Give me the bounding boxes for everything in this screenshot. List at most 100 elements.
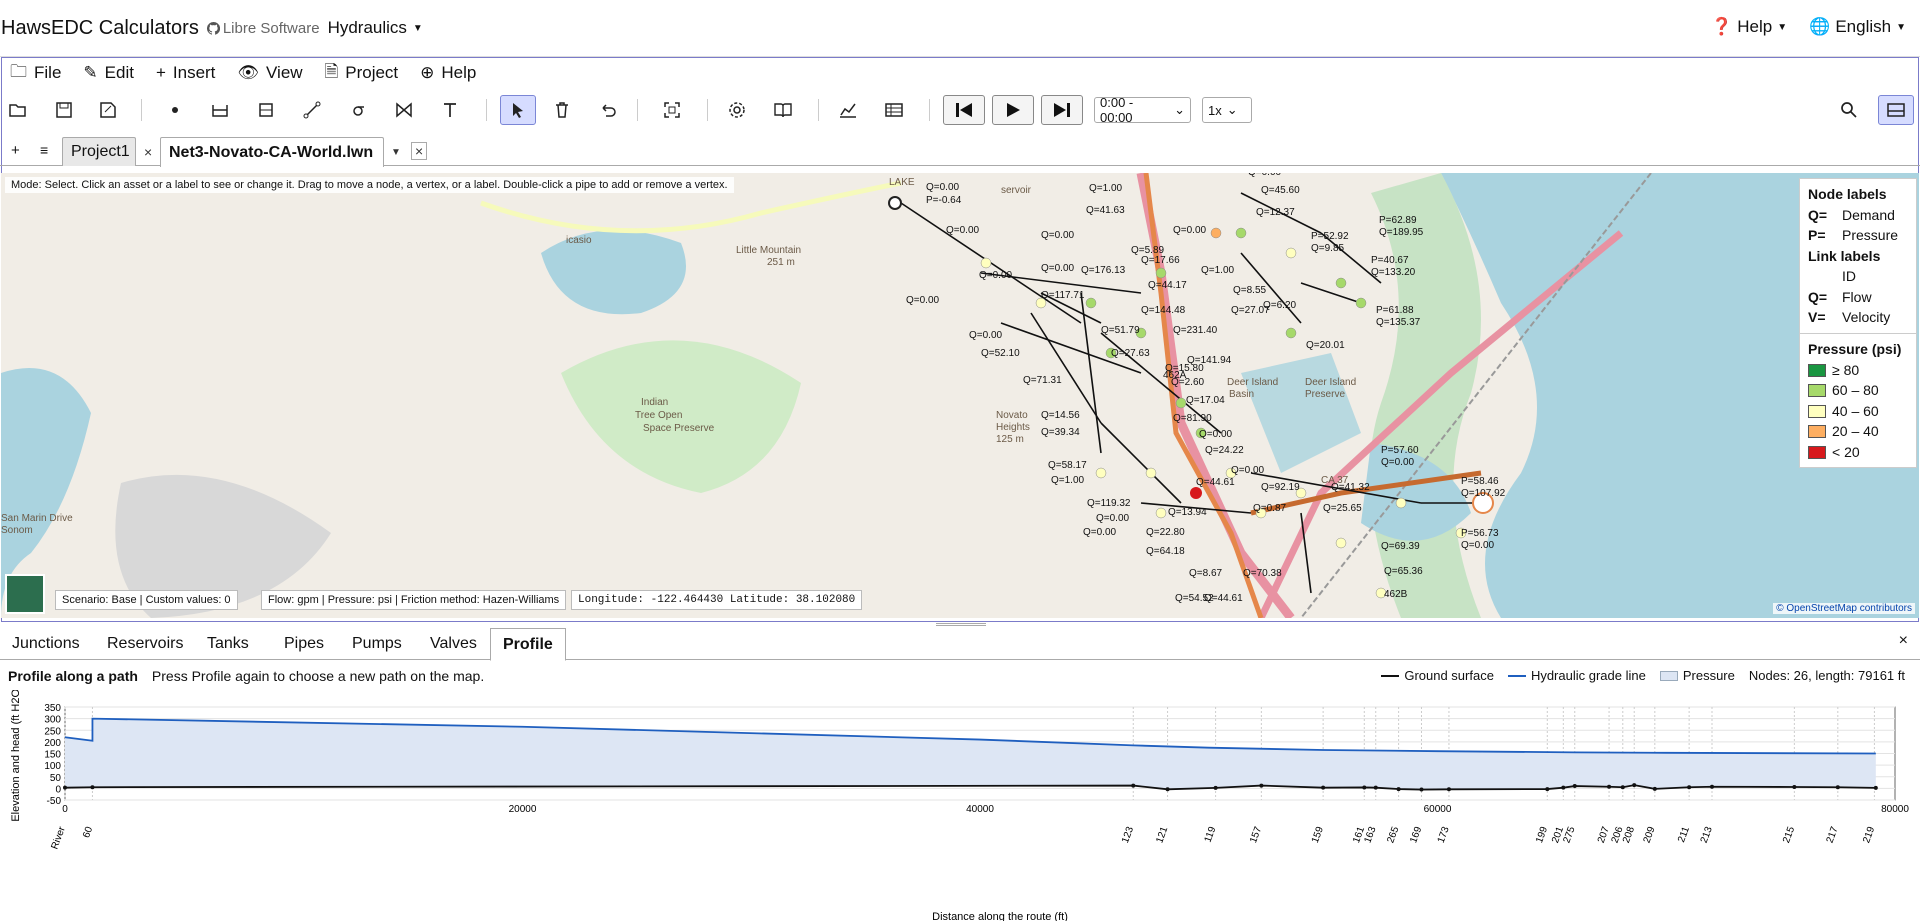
calculator-select[interactable]: Hydraulics ▼ (328, 18, 423, 38)
tab-menu-icon[interactable]: ▼ (391, 147, 401, 158)
add-tank-button[interactable] (250, 95, 282, 125)
open-button[interactable] (2, 95, 34, 125)
menu-insert[interactable]: + Insert (156, 62, 215, 84)
tab-project1[interactable]: Project1 (62, 137, 136, 166)
units-status: Flow: gpm | Pressure: psi | Friction met… (261, 590, 567, 610)
network-map[interactable]: Q=0.00P=-0.64Q=0.00Q=1.00Q=41.63Q=0.00Q=… (1, 173, 1919, 618)
libre-software-link[interactable]: Libre Software (206, 19, 320, 37)
tab-valves[interactable]: Valves (418, 628, 489, 660)
add-pipe-button[interactable] (296, 95, 328, 125)
place-label: 125 m (996, 434, 1024, 445)
tab-net3[interactable]: Net3-Novato-CA-World.lwn (160, 137, 384, 167)
search-icon (1841, 102, 1857, 118)
chevron-down-icon: ⌄ (1174, 102, 1185, 117)
tab-profile[interactable]: Profile (490, 628, 566, 661)
flow-label: Q=0.00 (979, 270, 1013, 281)
junction-node (1235, 227, 1247, 239)
flow-label: Q=0.00 (1461, 540, 1495, 551)
search-button[interactable] (1833, 95, 1865, 125)
flow-label: Q=0.00 (1083, 527, 1117, 538)
close-tab-icon[interactable]: × (144, 144, 152, 160)
osm-attribution[interactable]: © OpenStreetMap contributors (1773, 603, 1915, 614)
profile-chart[interactable]: -500501001502002503003500 20000 40000 60000… (0, 690, 1920, 921)
y-tick-label: 250 (44, 726, 61, 737)
add-pump-button[interactable] (342, 95, 374, 125)
help-menu[interactable]: ❓ Help ▼ (1711, 17, 1787, 37)
add-valve-button[interactable] (388, 95, 420, 125)
flow-label: Q=24.22 (1205, 445, 1244, 456)
menu-help[interactable]: ⊕ Help (420, 62, 476, 84)
scenario-status[interactable]: Scenario: Base | Custom values: 0 (55, 590, 238, 610)
results-tabs: Junctions Reservoirs Tanks Pipes Pumps Valves… (0, 628, 1920, 661)
caret-down-icon: ▼ (412, 22, 423, 34)
pressure-swatch (1808, 384, 1826, 397)
junction-node (1145, 467, 1157, 479)
tab-junctions[interactable]: Junctions (0, 628, 92, 660)
menu-view[interactable]: 👁 View (237, 62, 302, 84)
plus-icon: + (155, 63, 166, 82)
node-id-label: 60 (81, 825, 95, 840)
speed-select[interactable]: 1x ⌄ (1202, 97, 1252, 123)
tab-pumps[interactable]: Pumps (340, 628, 414, 660)
place-label: Space Preserve (643, 423, 715, 434)
map-canvas[interactable]: Q=0.00P=-0.64Q=0.00Q=1.00Q=41.63Q=0.00Q=… (1, 173, 1919, 618)
node-labels-row: Q= Demand (1808, 205, 1908, 226)
libre-software-label: Libre Software (222, 19, 320, 37)
undo-button[interactable] (592, 95, 624, 125)
save-button[interactable] (48, 95, 80, 125)
y-tick-label: 200 (44, 738, 61, 749)
tab-pipes[interactable]: Pipes (272, 628, 336, 660)
pipe-icon (303, 101, 321, 119)
flow-label: P=40.67 (1371, 255, 1409, 266)
time-select[interactable]: 0:00 - 00:00 ⌄ (1094, 95, 1191, 125)
flow-label: Q=9.85 (1311, 243, 1345, 254)
save-as-button[interactable] (92, 95, 124, 125)
add-reservoir-button[interactable] (204, 95, 236, 125)
panel-splitter[interactable] (936, 623, 986, 626)
select-tool-button[interactable] (500, 95, 536, 125)
menu-edit[interactable]: ✎ Edit (83, 62, 134, 84)
zoom-extent-button[interactable] (656, 95, 688, 125)
basemap-thumbnail[interactable] (5, 574, 45, 614)
layout-toggle-button[interactable] (1878, 95, 1914, 125)
reservoir-icon (212, 105, 228, 117)
place-label: 251 m (767, 257, 795, 268)
settings-button[interactable] (721, 95, 753, 125)
tab-tanks[interactable]: Tanks (195, 628, 261, 660)
pressure-swatch (1808, 363, 1826, 377)
close-panel-icon[interactable]: × (1899, 632, 1908, 650)
flow-label: Q=0.00 (1248, 173, 1282, 178)
delete-button[interactable] (546, 95, 578, 125)
step-back-button[interactable] (943, 95, 985, 125)
node-id-label: 215 (1781, 825, 1797, 845)
chart-button[interactable] (832, 95, 864, 125)
play-button[interactable] (992, 95, 1034, 125)
junction-node (1155, 507, 1167, 519)
node-id-label: 213 (1699, 825, 1715, 845)
menu-file[interactable]: 🗀 File (10, 62, 61, 84)
table-button[interactable] (878, 95, 910, 125)
flow-label: Q=0.00 (1199, 429, 1233, 440)
tab-list-icon[interactable]: ≡ (40, 142, 48, 158)
flow-label: Q=133.20 (1371, 267, 1416, 278)
book-icon (774, 103, 792, 118)
flow-label: Q=0.00 (1231, 465, 1265, 476)
pressure-swatch (1808, 404, 1826, 418)
link-labels-value: ID (1842, 268, 1856, 284)
node-labels-value: Demand (1842, 206, 1895, 223)
step-forward-button[interactable] (1041, 95, 1083, 125)
menu-project[interactable]: 🗎 Project (325, 62, 399, 84)
flow-label: Q=44.17 (1148, 280, 1187, 291)
add-junction-button[interactable] (159, 95, 191, 125)
x-tick-label: 20000 (509, 804, 537, 815)
link-labels-value: Velocity (1842, 309, 1891, 325)
add-label-button[interactable] (434, 95, 466, 125)
tab-reservoirs[interactable]: Reservoirs (95, 628, 195, 660)
manual-button[interactable] (767, 95, 799, 125)
close-tab-icon[interactable]: × (411, 142, 428, 160)
question-icon: ❓ (1711, 17, 1733, 36)
pressure-legend-item: 20 – 40 (1808, 421, 1908, 442)
add-tab-icon[interactable]: + (11, 142, 20, 159)
pressure-legend-item: 40 – 60 (1808, 401, 1908, 422)
language-menu[interactable]: 🌐 English ▼ (1809, 17, 1906, 37)
